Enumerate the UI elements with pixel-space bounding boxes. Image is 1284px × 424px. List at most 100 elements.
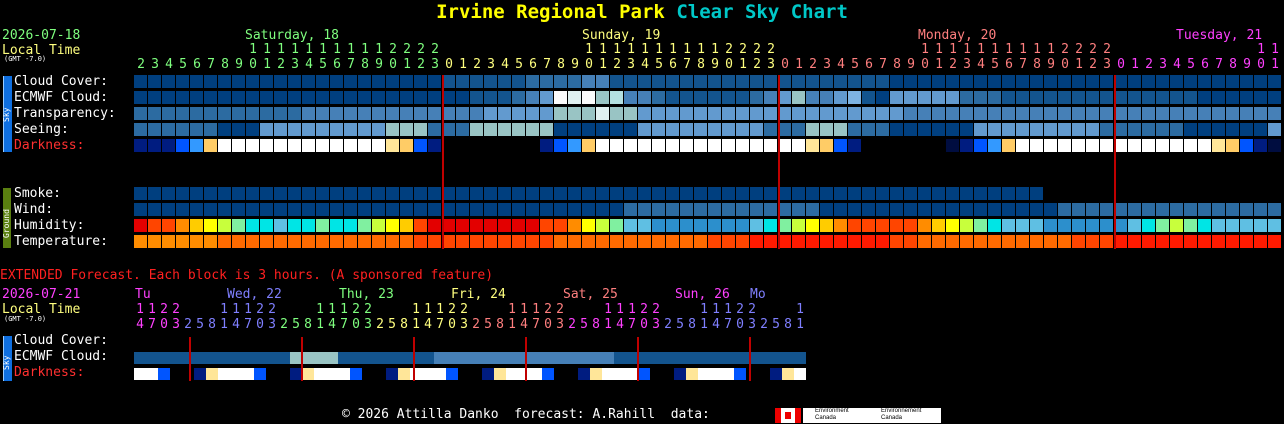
hour-tens: 1 — [291, 42, 299, 57]
transparency-block — [904, 107, 917, 120]
cloud-cover-block — [246, 75, 259, 88]
hour-units: 7 — [207, 57, 215, 72]
ext-ecmwf-block — [230, 352, 242, 364]
humidity-block — [190, 219, 203, 232]
wind-block — [1058, 203, 1071, 216]
seeing-block — [358, 123, 371, 136]
darkness-block — [316, 139, 329, 152]
ext-hour-units: 1 — [508, 317, 516, 332]
wind-block — [596, 203, 609, 216]
wind-block — [232, 203, 245, 216]
ext-darkness-block — [722, 368, 734, 380]
cloud-cover-block — [946, 75, 959, 88]
transparency-block — [400, 107, 413, 120]
ecmwf-cloud-block — [890, 91, 903, 104]
temperature-block — [820, 235, 833, 248]
ext-darkness-block — [482, 368, 494, 380]
ecmwf-cloud-block — [568, 91, 581, 104]
ext-hour-tens: 2 — [736, 302, 744, 317]
temperature-block — [1072, 235, 1085, 248]
humidity-block — [1086, 219, 1099, 232]
cloud-cover-block — [722, 75, 735, 88]
ext-darkness-block — [398, 368, 410, 380]
ext-hour-tens: 1 — [508, 302, 516, 317]
cloud-cover-block — [820, 75, 833, 88]
smoke-block — [666, 187, 679, 200]
ext-darkness-block — [518, 368, 530, 380]
ecmwf-cloud-block — [400, 91, 413, 104]
temperature-block — [470, 235, 483, 248]
ecmwf-cloud-block — [1142, 91, 1155, 104]
ext-hour-tens: 1 — [316, 302, 324, 317]
transparency-block — [708, 107, 721, 120]
cloud-cover-block — [288, 75, 301, 88]
ecmwf-cloud-block — [1226, 91, 1239, 104]
hour-units: 8 — [361, 57, 369, 72]
ecmwf-cloud-block — [764, 91, 777, 104]
humidity-block — [302, 219, 315, 232]
hour-units: 2 — [137, 57, 145, 72]
ecmwf-cloud-block — [750, 91, 763, 104]
temperature-block — [1198, 235, 1211, 248]
ext-ecmwf-block — [734, 352, 746, 364]
smoke-block — [330, 187, 343, 200]
smoke-block — [190, 187, 203, 200]
ext-hour-tens: 2 — [352, 302, 360, 317]
ext-day-label: Mo — [750, 287, 766, 302]
darkness-block — [526, 139, 539, 152]
seeing-block — [232, 123, 245, 136]
ecmwf-cloud-block — [862, 91, 875, 104]
smoke-block — [358, 187, 371, 200]
darkness-block — [330, 139, 343, 152]
row-label-wind: Wind: — [14, 202, 54, 217]
hour-units: 0 — [249, 57, 257, 72]
darkness-block — [610, 139, 623, 152]
ext-row-label-darkness: Darkness: — [14, 365, 85, 380]
ext-darkness-block — [254, 368, 266, 380]
ext-darkness-block — [458, 368, 470, 380]
hour-units: 6 — [1201, 57, 1209, 72]
temperature-block — [1016, 235, 1029, 248]
temperature-block — [1100, 235, 1113, 248]
wind-block — [540, 203, 553, 216]
wind-block — [204, 203, 217, 216]
temperature-block — [1268, 235, 1281, 248]
ecmwf-cloud-block — [1254, 91, 1267, 104]
humidity-block — [918, 219, 931, 232]
transparency-block — [638, 107, 651, 120]
ext-hour-units: 8 — [208, 317, 216, 332]
ext-ecmwf-block — [758, 352, 770, 364]
transparency-block — [652, 107, 665, 120]
transparency-block — [218, 107, 231, 120]
cloud-cover-block — [218, 75, 231, 88]
transparency-block — [946, 107, 959, 120]
wind-block — [218, 203, 231, 216]
humidity-block — [344, 219, 357, 232]
wind-block — [176, 203, 189, 216]
hour-tens: 1 — [347, 42, 355, 57]
ext-darkness-block — [674, 368, 686, 380]
ecmwf-cloud-block — [428, 91, 441, 104]
ecmwf-cloud-block — [722, 91, 735, 104]
ext-hour-units: 7 — [628, 317, 636, 332]
cloud-cover-block — [386, 75, 399, 88]
ext-ecmwf-block — [554, 352, 566, 364]
cloud-cover-block — [1156, 75, 1169, 88]
ecmwf-cloud-block — [484, 91, 497, 104]
hour-units: 4 — [641, 57, 649, 72]
hour-units: 5 — [319, 57, 327, 72]
darkness-block — [708, 139, 721, 152]
cloud-cover-block — [274, 75, 287, 88]
transparency-block — [932, 107, 945, 120]
darkness-block — [988, 139, 1001, 152]
temperature-block — [848, 235, 861, 248]
hour-units: 1 — [403, 57, 411, 72]
smoke-block — [890, 187, 903, 200]
seeing-block — [1002, 123, 1015, 136]
ext-darkness-block — [566, 368, 578, 380]
wind-block — [1016, 203, 1029, 216]
transparency-block — [694, 107, 707, 120]
transparency-block — [610, 107, 623, 120]
ext-hour-tens: 1 — [220, 302, 228, 317]
ext-ecmwf-block — [146, 352, 158, 364]
